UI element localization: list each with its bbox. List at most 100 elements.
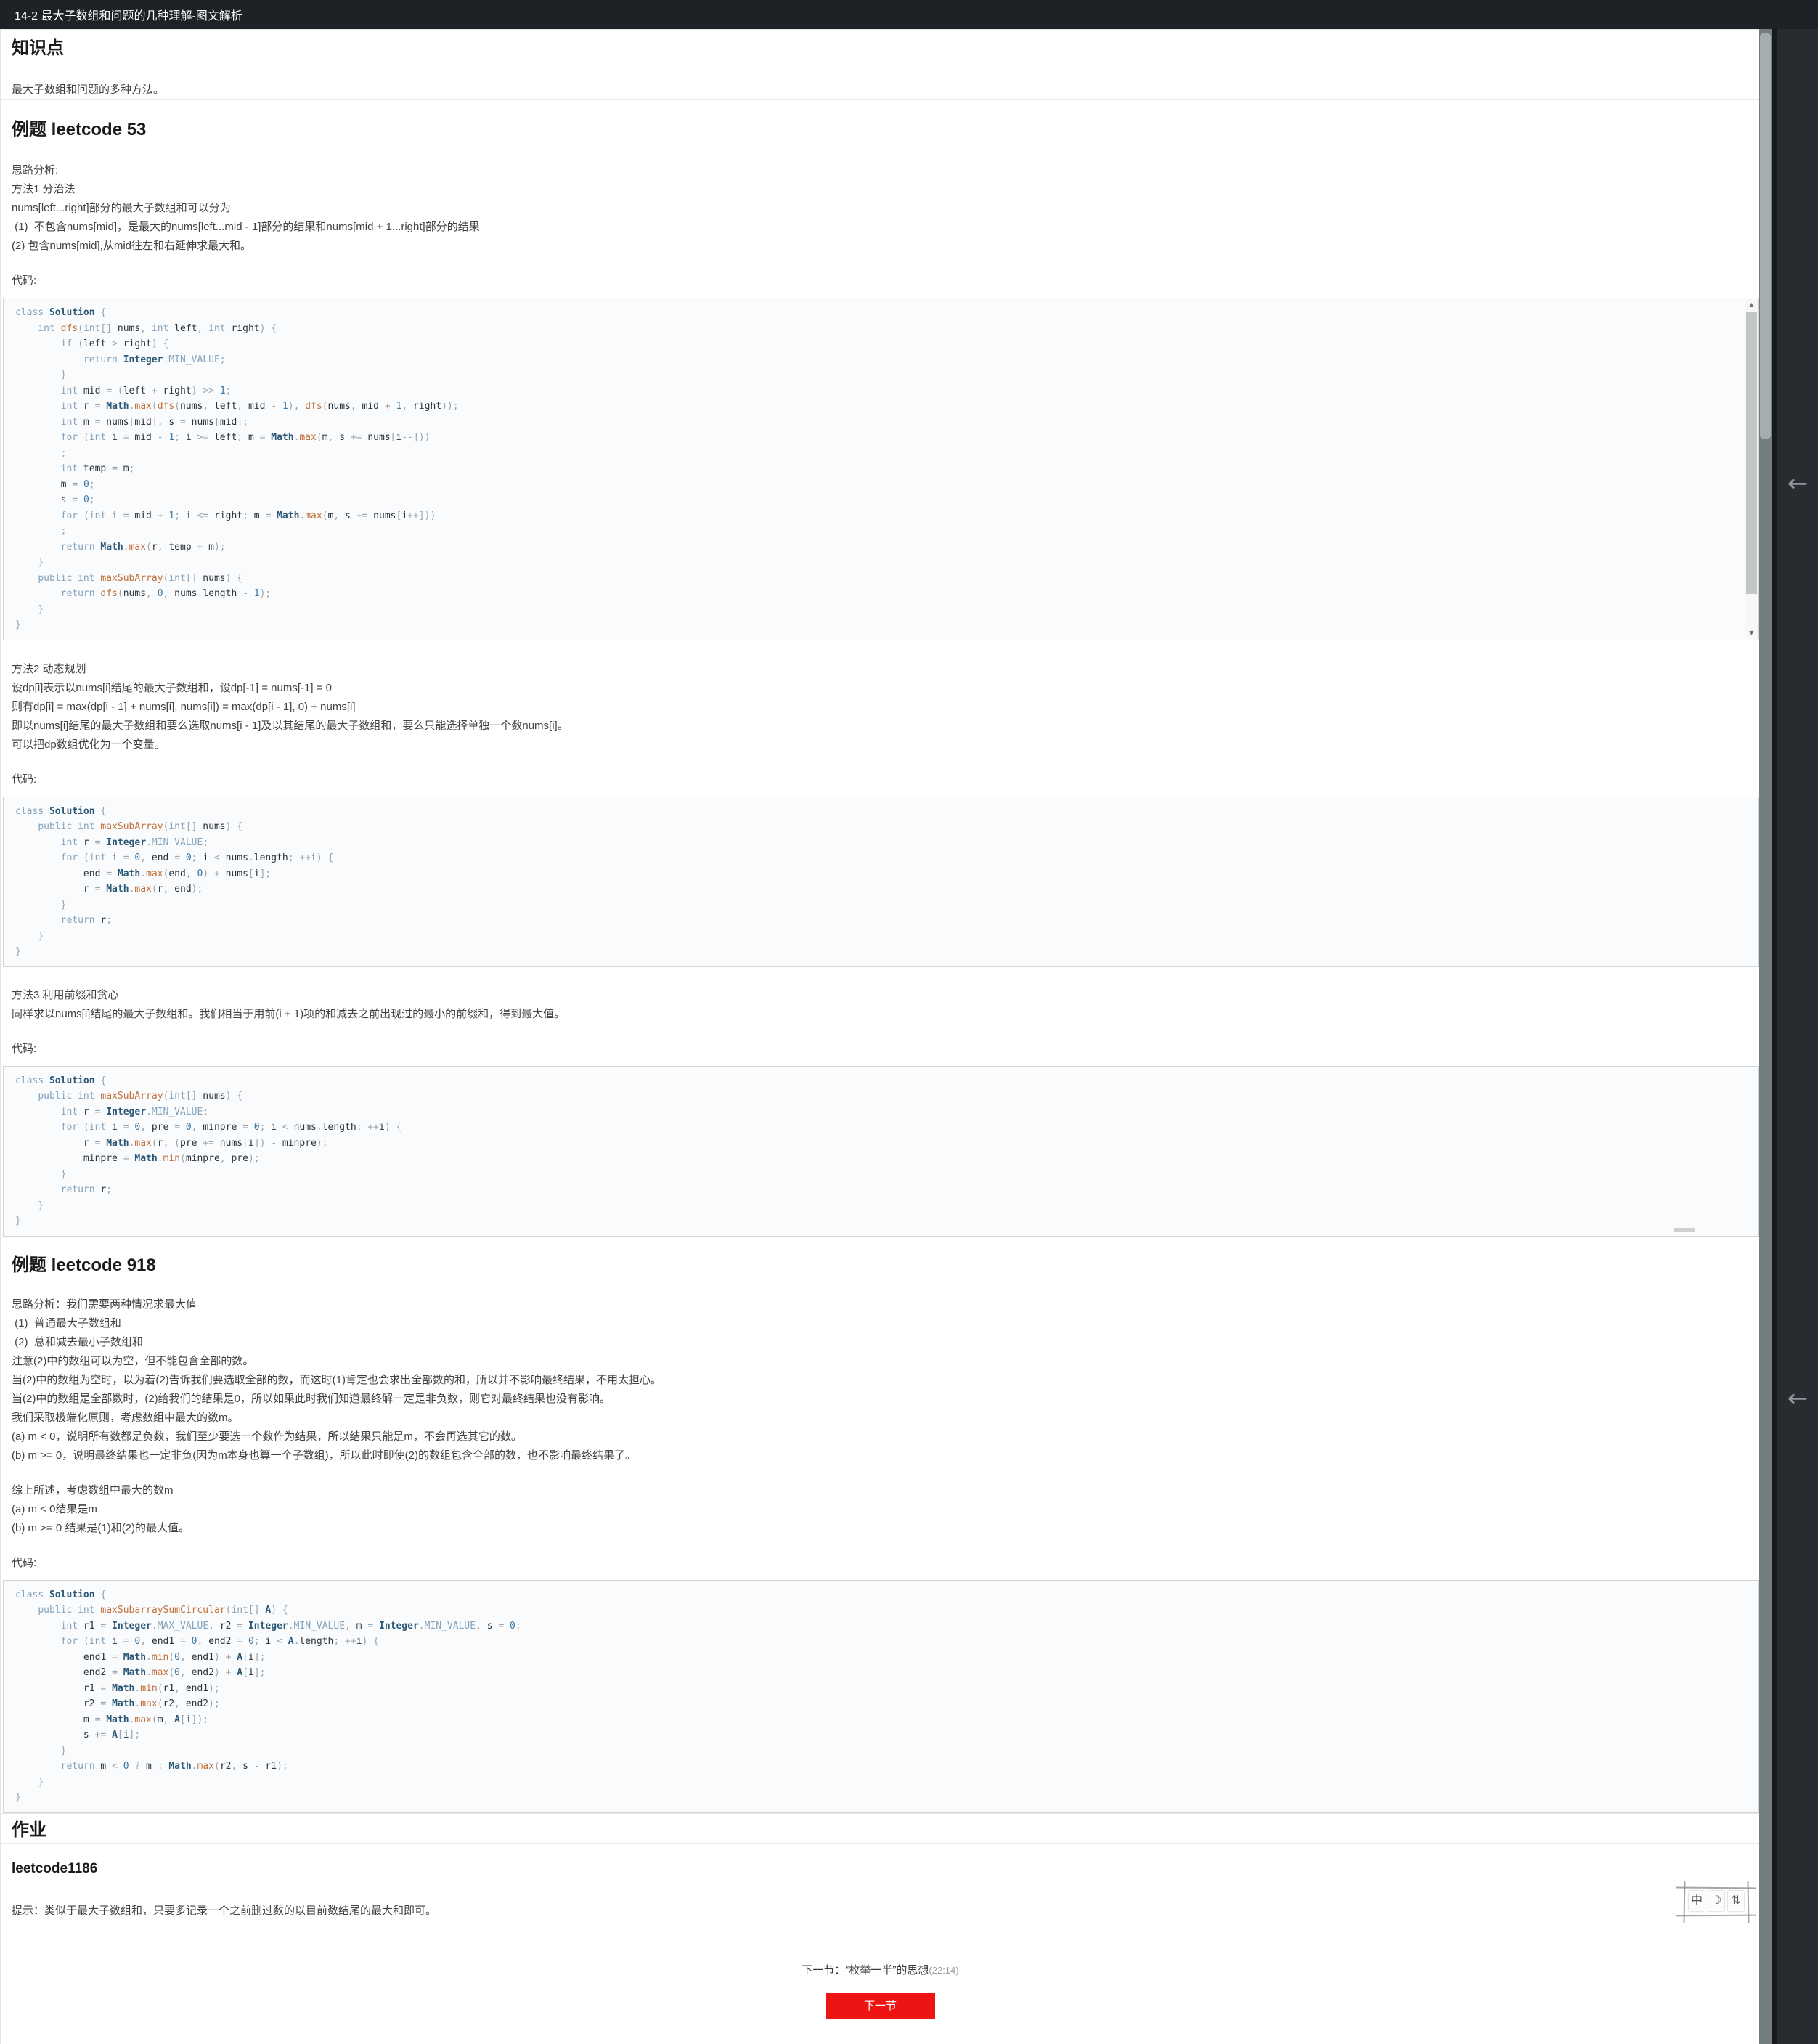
code-line: r1 = Math.min(r1, end1); [15, 1681, 1738, 1697]
code-line: m = Math.max(m, A[i]); [15, 1712, 1738, 1728]
next-lesson-button[interactable]: 下一节 [826, 1993, 935, 2019]
ime-switch-icon[interactable]: ⇅ [1728, 1891, 1744, 1911]
code-line: int dfs(int[] nums, int left, int right)… [15, 321, 1738, 337]
scrollbar-down-icon[interactable]: ▼ [1745, 627, 1758, 639]
ime-toolbar[interactable]: 中 ☽ ⇅ [1683, 1885, 1750, 1918]
code-line: return m < 0 ? m : Math.max(r2, s - r1); [15, 1759, 1738, 1775]
right-side-rail: ← ← [1772, 0, 1818, 2044]
page-scrollbar-thumb[interactable] [1760, 33, 1771, 439]
code-line: class Solution { [15, 1587, 1738, 1603]
code-line: m = 0; [15, 477, 1738, 493]
lesson-title: 14-2 最大子数组和问题的几种理解-图文解析 [15, 6, 242, 23]
text-line: 设dp[i]表示以nums[i]结尾的最大子数组和，设dp[-1] = nums… [12, 679, 1760, 698]
ime-moon-icon[interactable]: ☽ [1708, 1891, 1724, 1911]
code-line: } [15, 617, 1738, 633]
analysis-leetcode53-method3: 方法3 利用前缀和贪心同样求以nums[i]结尾的最大子数组和。我们相当于用前(… [1, 986, 1760, 1059]
code-scrollbar[interactable]: ▲▼ [1745, 299, 1758, 639]
back-arrow-icon[interactable]: ← [1777, 469, 1818, 498]
code-line: class Solution { [15, 1073, 1738, 1089]
code-line: for (int i = 0, pre = 0, minpre = 0; i <… [15, 1120, 1738, 1136]
code-line: end = Math.max(end, 0) + nums[i]; [15, 866, 1738, 882]
section-heading-leetcode918: 例题 leetcode 918 [12, 1253, 1760, 1278]
text-line: (b) m >= 0，说明最终结果也一定非负(因为m本身也算一个子数组)，所以此… [12, 1446, 1760, 1465]
code-line: for (int i = mid - 1; i >= left; m = Mat… [15, 430, 1738, 446]
text-line: (2) 总和减去最小子数组和 [12, 1333, 1760, 1352]
divider [1, 1843, 1760, 1844]
paragraph-gap [1, 1024, 1760, 1040]
text-line: 代码: [12, 770, 1760, 789]
code-line: r = Math.max(r, end); [15, 881, 1738, 897]
text-line: 当(2)中的数组是全部数时，(2)给我们的结果是0，所以如果此时我们知道最终解一… [12, 1390, 1760, 1409]
footer-nav: 下一节：“枚举一半”的思想(22:14) 下一节 [1, 1961, 1760, 2019]
text-line: 则有dp[i] = max(dp[i - 1] + nums[i], nums[… [12, 698, 1760, 717]
code-line: minpre = Math.min(minpre, pre); [15, 1151, 1738, 1167]
code-line: } [15, 1743, 1738, 1759]
paragraph-gap [1, 1465, 1760, 1481]
code-line: for (int i = 0, end1 = 0, end2 = 0; i < … [15, 1634, 1738, 1650]
code-line: return r; [15, 1182, 1738, 1198]
knowledge-intro: 最大子数组和问题的多种方法。 [12, 81, 1760, 99]
scrollbar-thumb[interactable] [1746, 312, 1757, 594]
text-line: (2) 包含nums[mid],从mid往左和右延伸求最大和。 [12, 237, 1760, 256]
code-text: class Solution { public int maxSubarrayS… [15, 1587, 1738, 1806]
code-line: } [15, 1790, 1738, 1806]
text-line: 当(2)中的数组为空时，以为着(2)告诉我们要选取全部的数，而这时(1)肯定也会… [12, 1371, 1760, 1390]
text-line: (a) m < 0结果是m [12, 1500, 1760, 1519]
text-line: 代码: [12, 1040, 1760, 1059]
code-line: if (left > right) { [15, 336, 1738, 352]
paragraph-gap [1, 1538, 1760, 1554]
scrollbar-up-icon[interactable]: ▲ [1745, 299, 1758, 311]
code-text: class Solution { int dfs(int[] nums, int… [15, 305, 1738, 633]
next-lesson-label: 下一节： [802, 1964, 845, 1976]
code-line: for (int i = mid + 1; i <= right; m = Ma… [15, 508, 1738, 524]
code-line: ; [15, 524, 1738, 539]
code-line: for (int i = 0, end = 0; i < nums.length… [15, 850, 1738, 866]
code-line: return Integer.MIN_VALUE; [15, 352, 1738, 368]
code-line: } [15, 367, 1738, 383]
ime-buttons: 中 ☽ ⇅ [1683, 1891, 1750, 1911]
next-lesson-duration: (22:14) [929, 1965, 958, 1976]
homework-problem: leetcode1186 [12, 1860, 1760, 1878]
code-line: ; [15, 446, 1738, 462]
homework-hint: 提示：类似于最大子数组和，只要多记录一个之前删过数的以目前数结尾的最大和即可。 [12, 1902, 1760, 1921]
text-line: 同样求以nums[i]结尾的最大子数组和。我们相当于用前(i + 1)项的和减去… [12, 1005, 1760, 1024]
code-text: class Solution { public int maxSubArray(… [15, 804, 1738, 960]
next-lesson-title: “枚举一半”的思想 [845, 1964, 929, 1976]
code-line: class Solution { [15, 804, 1738, 820]
text-line: 代码: [12, 272, 1760, 290]
code-line: } [15, 555, 1738, 571]
paragraph-gap [1, 754, 1760, 770]
code-line: } [15, 897, 1738, 913]
code-line: } [15, 929, 1738, 945]
code-line: int mid = (left + right) >> 1; [15, 383, 1738, 399]
text-line: 代码: [12, 1554, 1760, 1573]
text-line: 注意(2)中的数组可以为空，但不能包含全部的数。 [12, 1352, 1760, 1371]
code-line: } [15, 944, 1738, 960]
code-line: public int maxSubArray(int[] nums) { [15, 819, 1738, 835]
code-line: s = 0; [15, 492, 1738, 508]
ime-border [1676, 1915, 1756, 1917]
code-line: s += A[i]; [15, 1727, 1738, 1743]
text-line: 思路分析：我们需要两种情况求最大值 [12, 1295, 1760, 1314]
divider [1, 29, 1760, 30]
code-line: int r1 = Integer.MAX_VALUE, r2 = Integer… [15, 1618, 1738, 1634]
ime-border [1676, 1887, 1756, 1889]
code-line: public int maxSubarraySumCircular(int[] … [15, 1603, 1738, 1618]
text-line: (b) m >= 0 结果是(1)和(2)的最大值。 [12, 1519, 1760, 1538]
code-line: } [15, 1775, 1738, 1791]
section-heading-homework: 作业 [12, 1818, 1760, 1843]
back-arrow-icon[interactable]: ← [1777, 1384, 1818, 1413]
page-scrollbar[interactable] [1759, 29, 1772, 2044]
text-line: 思路分析: [12, 161, 1760, 180]
top-title-bar: 14-2 最大子数组和问题的几种理解-图文解析 [0, 0, 1818, 29]
code-block-dp: class Solution { public int maxSubArray(… [3, 797, 1759, 967]
next-lesson-line: 下一节：“枚举一半”的思想(22:14) [1, 1961, 1760, 1980]
horizontal-scrollbar-thumb[interactable] [1674, 1228, 1695, 1232]
code-line: return Math.max(r, temp + m); [15, 539, 1738, 555]
analysis-leetcode53-method1: 思路分析:方法1 分治法nums[left...right]部分的最大子数组和可… [1, 161, 1760, 290]
divider [1, 99, 1760, 100]
section-heading-leetcode53: 例题 leetcode 53 [12, 118, 1760, 142]
code-block-circular-subarray: class Solution { public int maxSubarrayS… [3, 1580, 1759, 1813]
code-block-divide-and-conquer: class Solution { int dfs(int[] nums, int… [3, 298, 1759, 640]
ime-chinese-button[interactable]: 中 [1689, 1891, 1705, 1911]
